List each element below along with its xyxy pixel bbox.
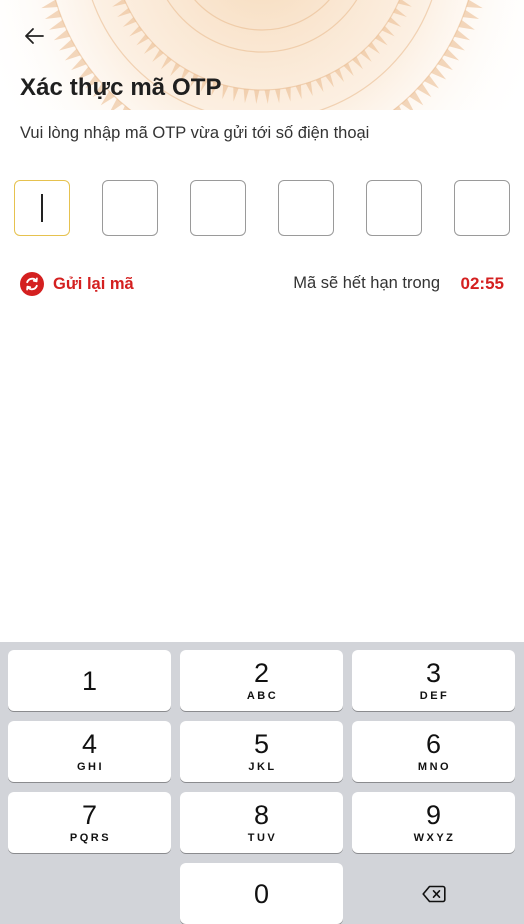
key-letters: ABC (246, 690, 279, 702)
key-letters: MNO (417, 761, 452, 773)
key-3[interactable]: 3 DEF (352, 650, 515, 711)
key-letters: JKL (248, 761, 277, 773)
key-letters: PQRS (69, 832, 112, 844)
key-digit: 3 (425, 658, 442, 688)
key-digit: 8 (253, 800, 270, 830)
key-2[interactable]: 2 ABC (180, 650, 343, 711)
countdown-timer: 02:55 (460, 274, 504, 293)
key-digit: 9 (425, 800, 442, 830)
otp-digit-2[interactable] (102, 180, 158, 236)
otp-digit-1[interactable] (14, 180, 70, 236)
expiry-label: Mã sẽ hết hạn trong (293, 274, 440, 292)
delete-key[interactable] (352, 863, 515, 924)
numeric-keypad: 1 2 ABC 3 DEF 4 GHI 5 JKL 6 MNO 7 PQRS 8… (0, 642, 524, 924)
otp-input-group (14, 180, 512, 236)
key-4[interactable]: 4 GHI (8, 721, 171, 782)
page-title: Xác thực mã OTP (20, 74, 222, 101)
key-letters: WXYZ (413, 832, 456, 844)
key-5[interactable]: 5 JKL (180, 721, 343, 782)
key-1[interactable]: 1 (8, 650, 171, 711)
key-7[interactable]: 7 PQRS (8, 792, 171, 853)
resend-code-button[interactable]: Gửi lại mã (20, 272, 134, 296)
backspace-icon (421, 885, 446, 902)
key-digit: 5 (253, 729, 270, 759)
otp-instructions: Vui lòng nhập mã OTP vừa gửi tới số điện… (20, 124, 370, 142)
otp-digit-3[interactable] (190, 180, 246, 236)
key-digit: 7 (81, 800, 98, 830)
key-digit: 1 (81, 665, 98, 696)
key-6[interactable]: 6 MNO (352, 721, 515, 782)
text-cursor (41, 194, 43, 222)
key-0[interactable]: 0 (180, 863, 343, 924)
resend-code-label: Gửi lại mã (53, 274, 134, 293)
otp-digit-4[interactable] (278, 180, 334, 236)
otp-digit-5[interactable] (366, 180, 422, 236)
key-letters: DEF (419, 690, 450, 702)
key-digit: 4 (81, 729, 98, 759)
key-9[interactable]: 9 WXYZ (352, 792, 515, 853)
key-letters: TUV (247, 832, 278, 844)
key-letters: GHI (76, 761, 105, 773)
key-digit: 6 (425, 729, 442, 759)
key-digit: 0 (253, 878, 270, 909)
key-8[interactable]: 8 TUV (180, 792, 343, 853)
back-button[interactable] (18, 22, 50, 50)
otp-digit-6[interactable] (454, 180, 510, 236)
refresh-icon (20, 272, 44, 296)
arrow-left-icon (25, 28, 44, 44)
key-digit: 2 (253, 658, 270, 688)
